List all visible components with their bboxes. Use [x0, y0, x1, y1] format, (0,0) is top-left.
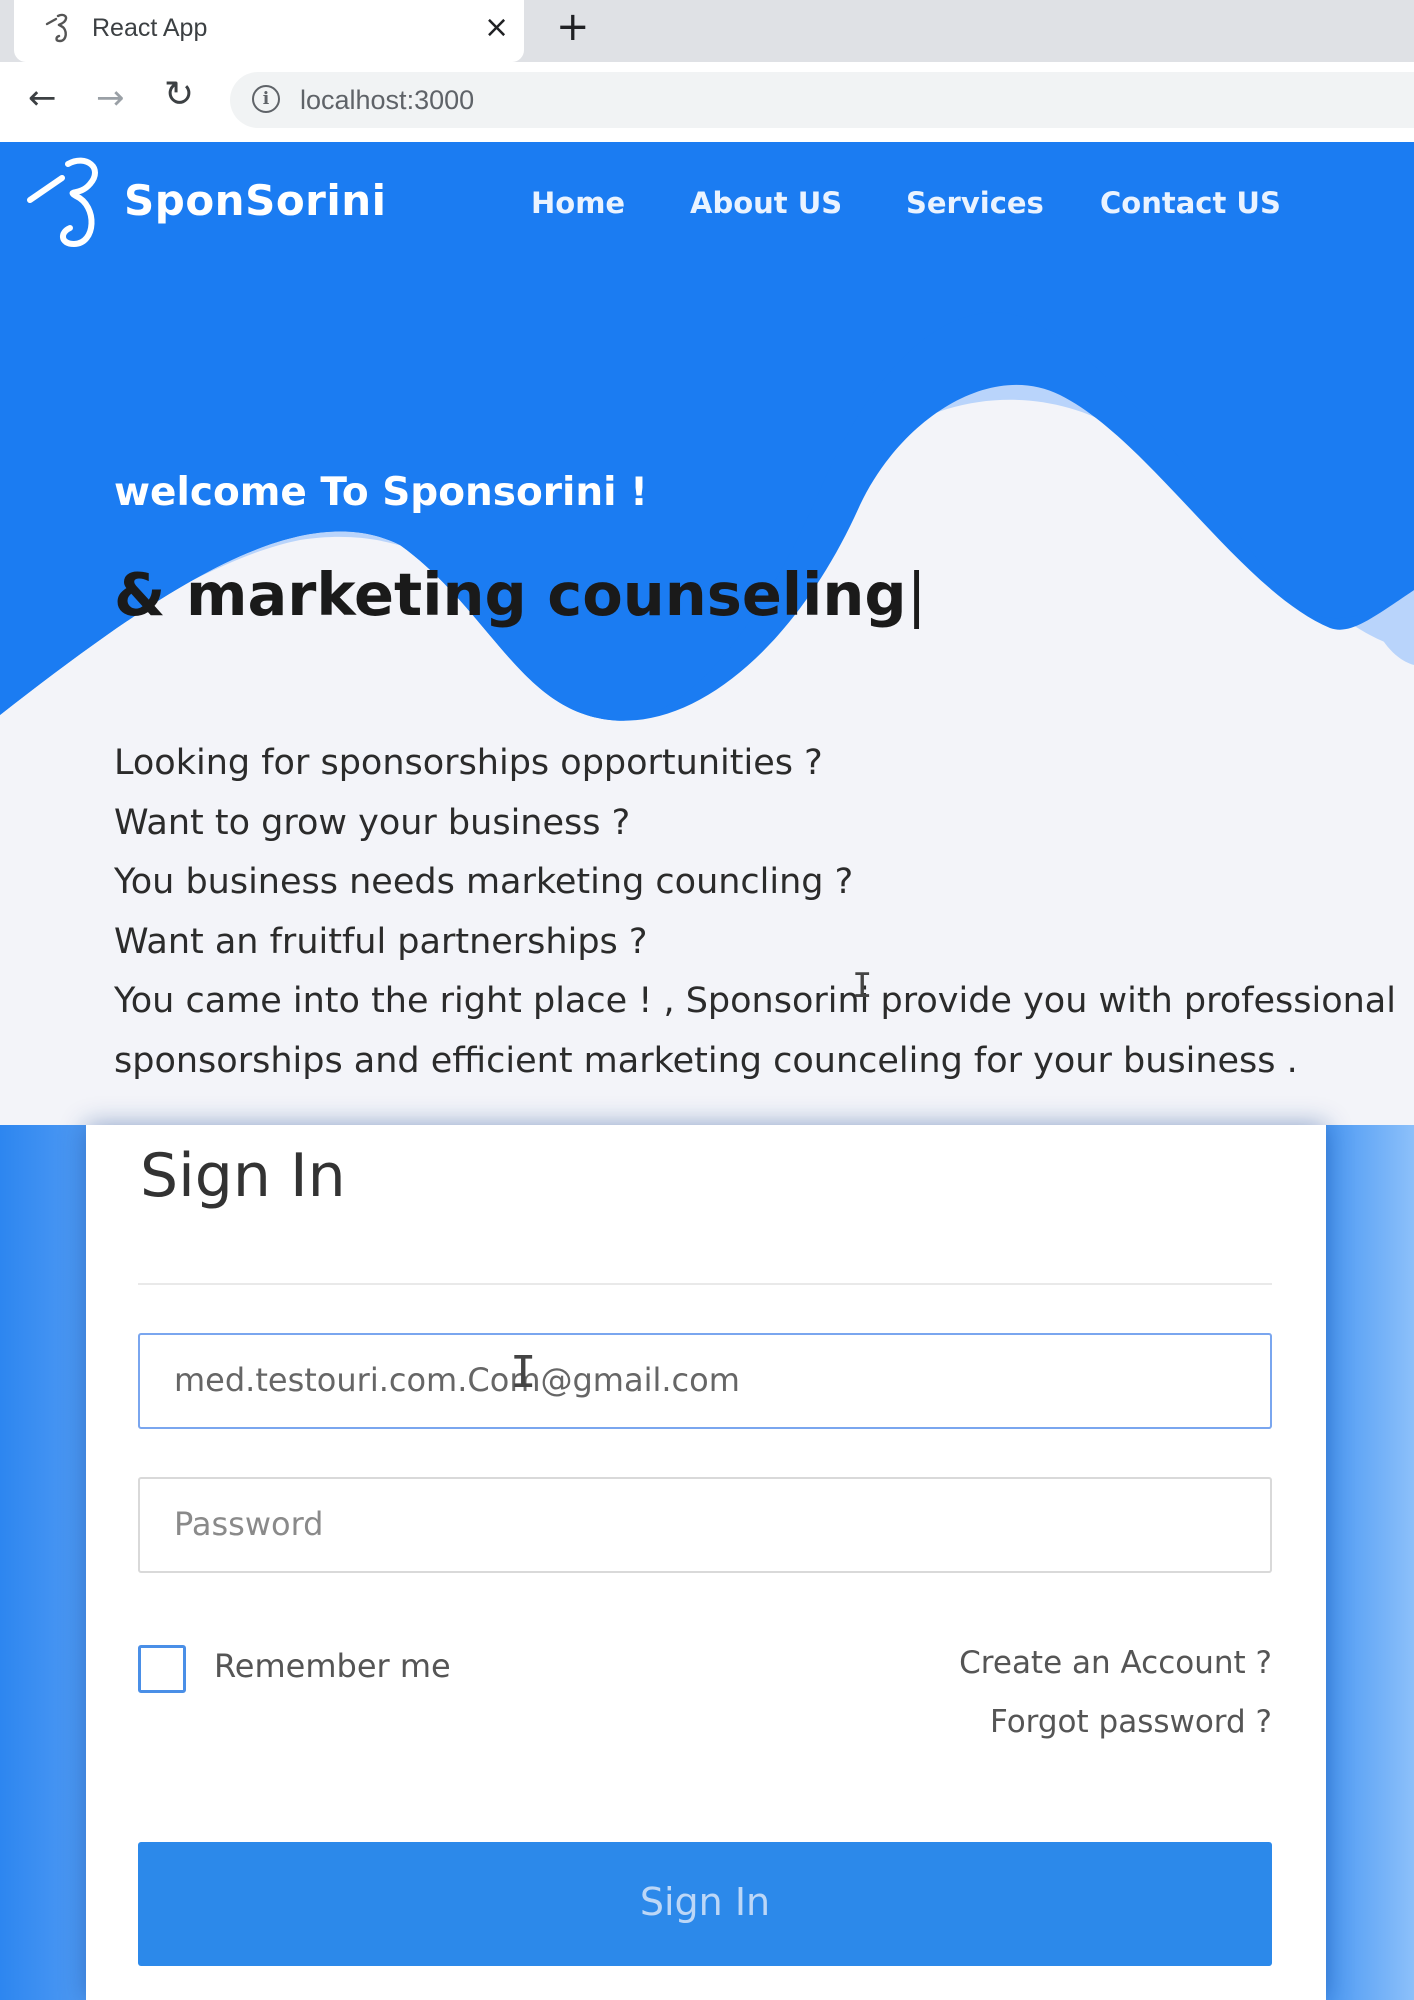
email-field[interactable]: med.testouri.com.Com@gmail.com: [138, 1333, 1272, 1429]
nav-link-about[interactable]: About US: [690, 186, 842, 220]
email-value: med.testouri.com.Com@gmail.com: [174, 1361, 740, 1399]
close-tab-icon[interactable]: ×: [484, 10, 509, 45]
browser-toolbar: ← → ↻ i localhost:3000: [0, 62, 1414, 143]
sponsorini-logo-icon[interactable]: [26, 152, 106, 252]
signin-background: Sign In med.testouri.com.Com@gmail.com I…: [0, 1125, 1414, 2000]
site-navbar: SponSorini Home About US Services Contac…: [0, 142, 1414, 270]
password-placeholder: Password: [174, 1505, 324, 1543]
back-arrow-icon[interactable]: ←: [28, 78, 57, 118]
site-info-icon[interactable]: i: [252, 85, 280, 113]
create-account-link[interactable]: Create an Account ?: [959, 1645, 1272, 1681]
forward-arrow-icon[interactable]: →: [96, 78, 125, 118]
typed-heading: & marketing counseling|: [114, 560, 926, 629]
signin-card: Sign In med.testouri.com.Com@gmail.com I…: [86, 1125, 1326, 2000]
text-cursor-icon: I: [510, 1347, 537, 1398]
signin-button-label: Sign In: [639, 1880, 771, 1924]
hero-description: Looking for sponsorships opportunities ?…: [114, 734, 1404, 1091]
address-bar[interactable]: i localhost:3000: [230, 72, 1414, 128]
hero-line: Looking for sponsorships opportunities ?: [114, 743, 823, 783]
remember-me-checkbox[interactable]: [138, 1645, 186, 1693]
remember-me-label[interactable]: Remember me: [214, 1647, 451, 1685]
hero-line: Want an fruitful partnerships ?: [114, 921, 648, 962]
url-text[interactable]: localhost:3000: [300, 85, 474, 116]
signin-background-edge: [1324, 1125, 1414, 2000]
nav-link-home[interactable]: Home: [531, 186, 625, 220]
sponsorini-favicon-icon: [45, 13, 68, 43]
password-field[interactable]: Password: [138, 1477, 1272, 1573]
hero-section: welcome To Sponsorini ! & marketing coun…: [0, 270, 1414, 1125]
hero-line: You business needs marketing councling ?: [114, 862, 854, 902]
signin-button[interactable]: Sign In: [138, 1842, 1272, 1966]
hero-line: Want to grow your business ?: [114, 802, 631, 843]
welcome-heading: welcome To Sponsorini !: [114, 470, 648, 515]
new-tab-icon[interactable]: +: [556, 4, 590, 50]
typing-caret: |: [906, 560, 927, 629]
browser-tab[interactable]: React App ×: [14, 0, 524, 62]
forgot-password-link[interactable]: Forgot password ?: [990, 1704, 1272, 1740]
nav-link-contact[interactable]: Contact US: [1100, 186, 1281, 220]
tab-title: React App: [92, 14, 208, 42]
typed-text: & marketing counseling: [114, 560, 907, 629]
hero-paragraph: You came into the right place ! , Sponso…: [114, 981, 1396, 1081]
signin-divider: [138, 1283, 1272, 1285]
browser-tab-bar: React App × +: [0, 0, 1414, 62]
signin-title: Sign In: [140, 1141, 346, 1211]
reload-icon[interactable]: ↻: [164, 74, 194, 115]
nav-link-services[interactable]: Services: [906, 186, 1044, 220]
text-cursor-icon: I: [852, 966, 873, 1006]
brand-name[interactable]: SponSorini: [124, 176, 387, 225]
